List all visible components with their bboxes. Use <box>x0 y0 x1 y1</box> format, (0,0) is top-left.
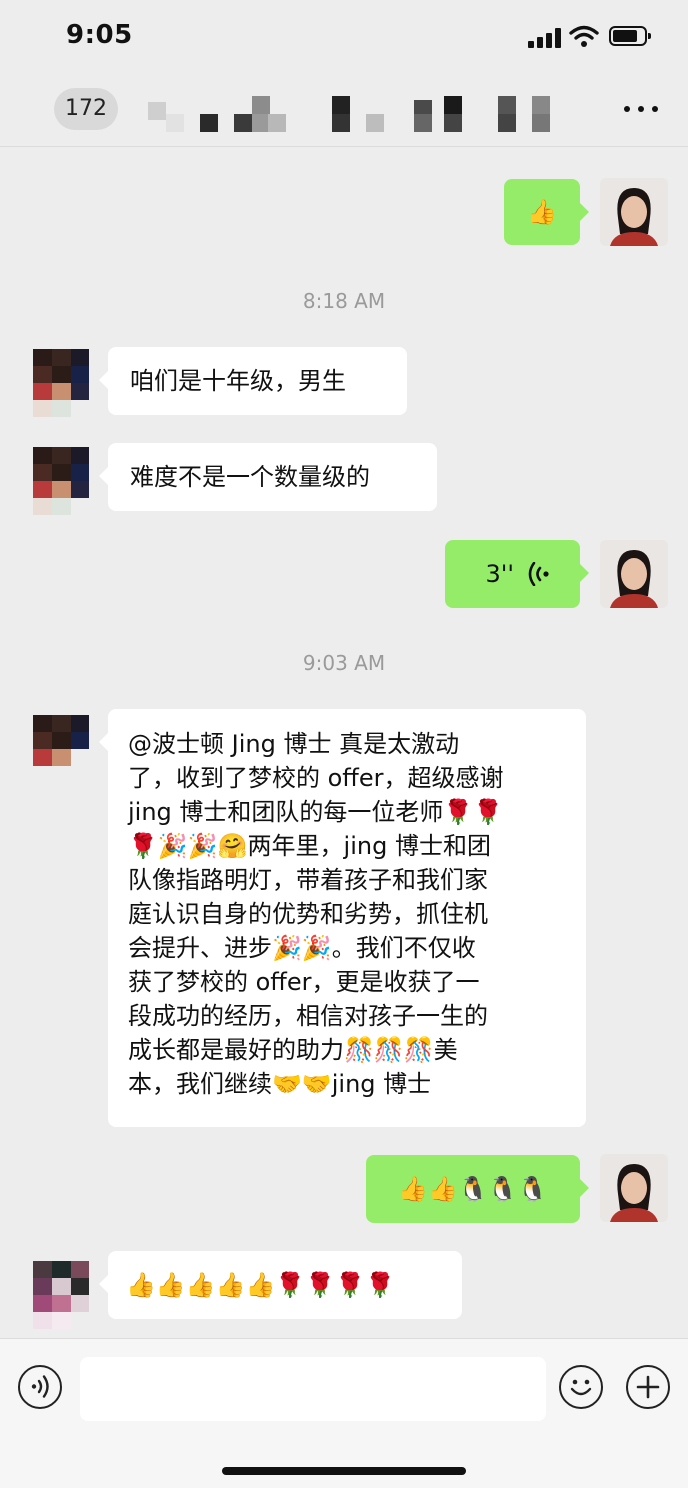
voice-icon[interactable] <box>18 1365 62 1409</box>
chat-title-obscured <box>148 96 568 132</box>
voice-wave-icon <box>528 562 549 586</box>
message-text: 咱们是十年级，男生 <box>130 367 346 395</box>
timestamp: 8:18 AM <box>302 289 386 313</box>
message-bubble-in[interactable]: 咱们是十年级，男生 <box>99 347 407 415</box>
message-line: 本，我们继续🤝🤝jing 博士 <box>128 1070 432 1098</box>
message-bubble-in[interactable]: @波士顿 Jing 博士 真是太激动 了，收到了梦校的 offer，超级感谢 j… <box>99 709 586 1127</box>
back-button[interactable]: 172 <box>54 88 118 130</box>
message-line: 庭认识自身的优势和劣势，抓住机 <box>128 900 488 928</box>
message-line: 🌹🎉🎉🤗两年里，jing 博士和团 <box>128 832 491 860</box>
voice-duration: 3'' <box>485 560 514 588</box>
wifi-icon <box>569 25 599 47</box>
avatar-self[interactable] <box>600 540 668 608</box>
avatar-self[interactable] <box>600 178 668 246</box>
voice-message-bubble[interactable]: 3'' <box>445 540 589 608</box>
message-line: jing 博士和团队的每一位老师🌹🌹 <box>128 798 504 826</box>
message-text: 👍👍🐧🐧🐧 <box>398 1175 548 1203</box>
message-bubble-in[interactable]: 难度不是一个数量级的 <box>99 443 437 511</box>
home-indicator <box>222 1467 466 1475</box>
message-text: 👍👍👍👍👍🌹🌹🌹🌹 <box>126 1271 395 1299</box>
message-bubble-in[interactable]: 👍👍👍👍👍🌹🌹🌹🌹 <box>99 1251 462 1319</box>
avatar-self[interactable] <box>600 1154 668 1222</box>
input-bar <box>0 1338 688 1488</box>
plus-icon[interactable] <box>626 1365 670 1409</box>
avatar-other[interactable] <box>33 349 89 417</box>
message-input[interactable] <box>80 1357 546 1421</box>
emoji-icon[interactable] <box>559 1365 603 1409</box>
avatar-other[interactable] <box>33 715 89 783</box>
battery-icon <box>609 26 651 46</box>
message-text: 👍 <box>527 198 557 226</box>
avatar-other[interactable] <box>33 1261 89 1329</box>
message-line: 段成功的经历，相信对孩子一生的 <box>128 1002 488 1030</box>
message-line: 队像指路明灯，带着孩子和我们家 <box>128 866 488 894</box>
portrait-icon <box>600 178 668 246</box>
signal-icon <box>528 28 562 48</box>
message-text: 难度不是一个数量级的 <box>130 463 370 491</box>
status-bar: 9:05 <box>0 0 688 80</box>
status-time: 9:05 <box>66 20 133 50</box>
chat-area[interactable]: 👍 8:18 AM 咱们是十年级，男生 难度不是一个数量级的 3'' 9:03 … <box>0 147 688 1337</box>
portrait-icon <box>600 540 668 608</box>
message-bubble-out[interactable]: 👍👍🐧🐧🐧 <box>366 1155 589 1223</box>
message-line: 会提升、进步🎉🎉。我们不仅收 <box>128 934 476 962</box>
message-line: 成长都是最好的助力🎊🎊🎊美 <box>128 1036 458 1064</box>
more-options-button[interactable] <box>624 100 660 118</box>
avatar-other[interactable] <box>33 447 89 515</box>
message-line: 了，收到了梦校的 offer，超级感谢 <box>128 764 504 792</box>
portrait-icon <box>600 1154 668 1222</box>
message-line: @波士顿 Jing 博士 真是太激动 <box>128 730 460 758</box>
message-line: 获了梦校的 offer，更是收获了一 <box>128 968 480 996</box>
timestamp: 9:03 AM <box>302 651 386 675</box>
message-bubble-out[interactable]: 👍 <box>504 179 589 245</box>
